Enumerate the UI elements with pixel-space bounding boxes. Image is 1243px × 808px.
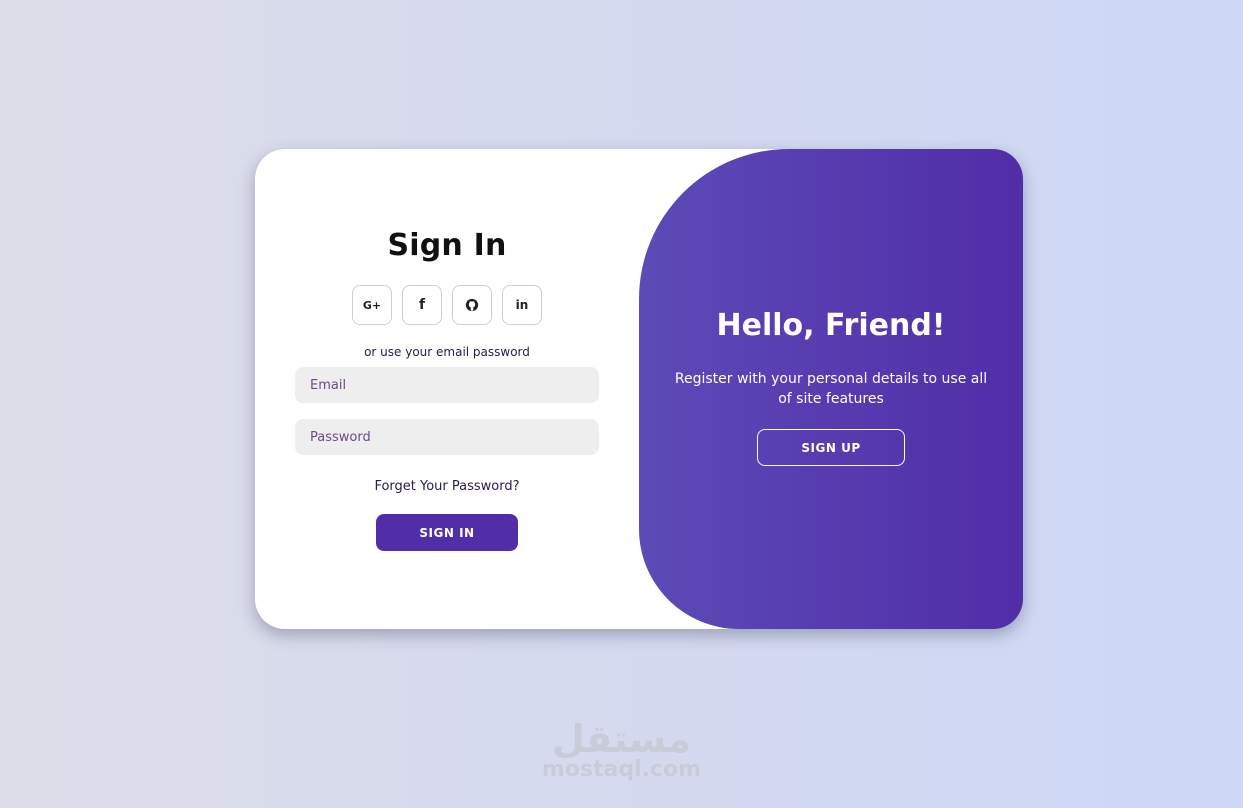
linkedin-button[interactable]: in <box>502 285 542 325</box>
panel-text: Register with your personal details to u… <box>674 371 988 407</box>
watermark-arabic: مستقل <box>552 717 691 761</box>
google-plus-button[interactable]: G+ <box>352 285 392 325</box>
facebook-icon: f <box>418 297 426 313</box>
forgot-password-link[interactable]: Forget Your Password? <box>374 479 519 494</box>
panel-title: Hello, Friend! <box>716 308 946 343</box>
password-field[interactable] <box>295 419 599 455</box>
watermark-logo: مستقل mostaql.com <box>0 716 1243 782</box>
welcome-panel: Hello, Friend! Register with your person… <box>639 149 1023 629</box>
email-field[interactable] <box>295 367 599 403</box>
alt-login-text: or use your email password <box>364 345 530 359</box>
github-icon <box>465 298 479 312</box>
watermark-latin: mostaql.com <box>541 757 702 782</box>
facebook-button[interactable]: f <box>402 285 442 325</box>
auth-card: Sign In G+ f in or use your email passwo… <box>255 149 1023 629</box>
signin-button[interactable]: SIGN IN <box>376 514 518 551</box>
signup-button[interactable]: SIGN UP <box>757 429 905 466</box>
signin-form: Sign In G+ f in or use your email passwo… <box>255 149 639 629</box>
social-buttons: G+ f in <box>352 285 542 325</box>
google-plus-icon: G+ <box>362 298 382 312</box>
linkedin-icon: in <box>515 298 529 312</box>
github-button[interactable] <box>452 285 492 325</box>
signin-title: Sign In <box>387 228 507 263</box>
